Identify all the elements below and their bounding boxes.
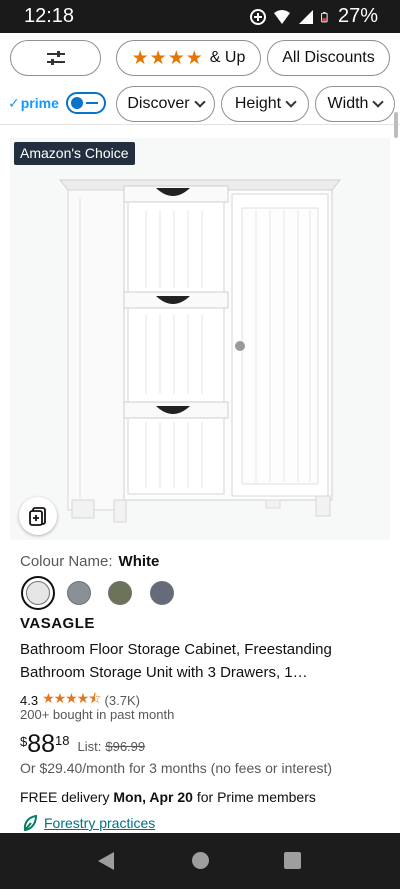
- chevron-down-icon: [193, 96, 206, 108]
- rating-filter[interactable]: ★★★★ & Up: [116, 40, 261, 76]
- price-block: $ 88 18 List: $96.99: [20, 730, 145, 758]
- leaf-icon: [23, 814, 38, 832]
- bought-count: 200+ bought in past month: [20, 707, 175, 722]
- brand-name[interactable]: VASAGLE: [20, 615, 95, 632]
- prime-logo: ✓prime: [8, 95, 59, 111]
- signal-icon: [298, 9, 313, 24]
- filter-bar: ★★★★ & Up All Discounts ✓prime Discover …: [0, 33, 400, 125]
- colour-name: Colour Name: White: [20, 553, 159, 570]
- all-discounts-label: All Discounts: [282, 49, 375, 66]
- width-label: Width: [327, 95, 369, 112]
- price-fraction: 18: [55, 733, 70, 748]
- width-filter[interactable]: Width: [315, 86, 395, 122]
- recents-icon[interactable]: [284, 852, 301, 869]
- battery-percent: 27%: [337, 5, 378, 27]
- height-filter[interactable]: Height: [221, 86, 309, 122]
- price-whole: 88: [27, 730, 56, 758]
- rating-value: 4.3: [20, 692, 39, 708]
- colour-label: Colour Name:: [20, 553, 113, 570]
- discover-filter[interactable]: Discover: [116, 86, 215, 122]
- height-label: Height: [234, 95, 282, 112]
- cabinet-illustration: [58, 179, 342, 523]
- delivery-date: Mon, Apr 20: [113, 789, 193, 805]
- colour-value: White: [118, 553, 160, 570]
- chevron-down-icon: [285, 96, 297, 108]
- swatch-green[interactable]: [108, 581, 132, 605]
- monthly-payment: Or $29.40/month for 3 months (no fees or…: [20, 760, 333, 776]
- prime-toggle[interactable]: [66, 92, 106, 114]
- product-title[interactable]: Bathroom Floor Storage Cabinet, Freestan…: [20, 638, 380, 684]
- delivery-info: FREE delivery Mon, Apr 20 for Prime memb…: [20, 789, 316, 805]
- battery-icon: [321, 11, 328, 22]
- data-saver-icon: [249, 8, 266, 25]
- swatch-white[interactable]: [21, 576, 55, 610]
- toggle-dash: [86, 102, 98, 104]
- system-nav-bar: [0, 833, 400, 889]
- sliders-icon: [46, 51, 65, 65]
- toggle-knob: [71, 97, 83, 109]
- product-image[interactable]: [10, 138, 390, 540]
- status-icons: 27%: [249, 5, 378, 28]
- chevron-down-icon: [372, 96, 385, 108]
- back-icon[interactable]: [98, 852, 114, 870]
- filters-button[interactable]: [10, 40, 101, 76]
- rating-stars: ★★★★: [131, 47, 204, 69]
- rating-count: (3.7K): [104, 692, 140, 708]
- amazons-choice-badge: Amazon's Choice: [14, 142, 135, 165]
- scrollbar[interactable]: [394, 112, 398, 138]
- swatch-grey[interactable]: [67, 581, 91, 605]
- compare-icon: [29, 507, 46, 526]
- price-currency: $: [20, 734, 28, 749]
- status-time: 12:18: [24, 5, 75, 27]
- discover-label: Discover: [127, 95, 190, 112]
- rating-filter-label: & Up: [209, 49, 246, 66]
- wifi-icon: [273, 9, 290, 24]
- home-icon[interactable]: [192, 852, 209, 869]
- list-price: List: $96.99: [77, 739, 146, 754]
- status-bar: 12:18 27%: [0, 0, 400, 33]
- all-discounts-filter[interactable]: All Discounts: [267, 40, 390, 76]
- compare-button[interactable]: [19, 497, 57, 535]
- swatch-slate[interactable]: [150, 581, 174, 605]
- prime-check-icon: ✓: [8, 95, 20, 111]
- forestry-link[interactable]: Forestry practices: [22, 814, 155, 832]
